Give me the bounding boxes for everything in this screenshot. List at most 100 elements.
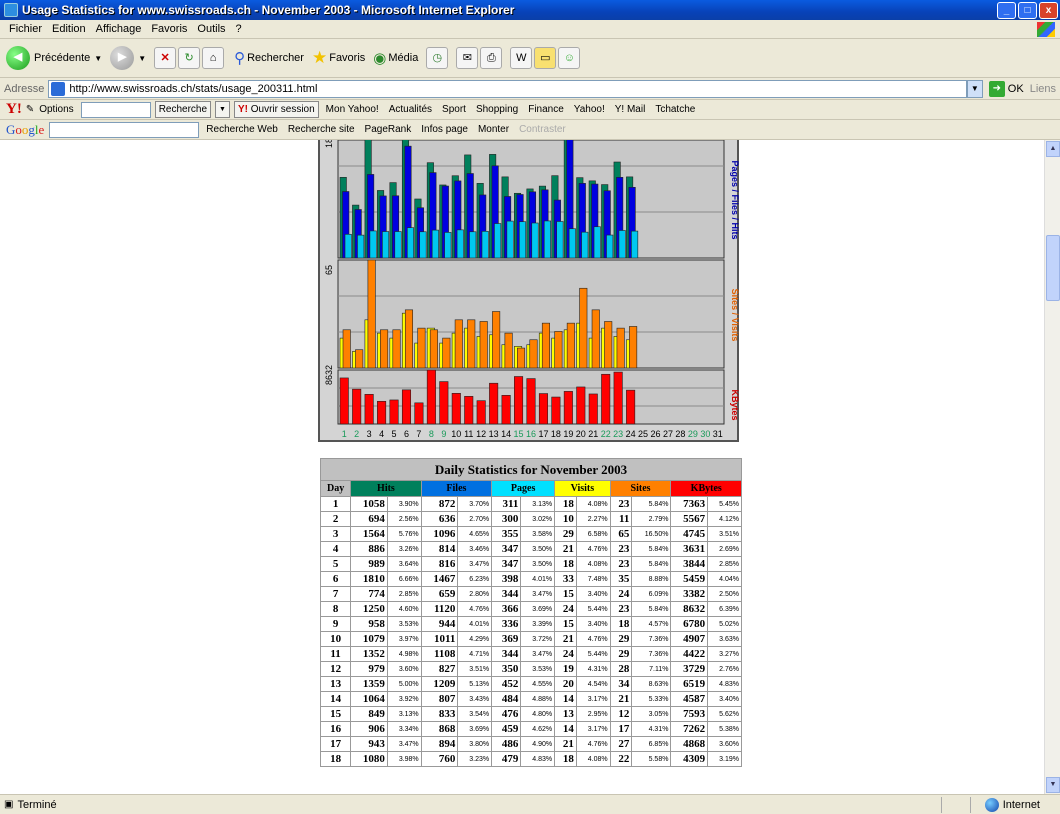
yahoo-item-news[interactable]: Actualités	[389, 104, 432, 115]
forward-button[interactable]: ▶ ▼	[110, 46, 146, 70]
value-cell: 989	[350, 556, 388, 572]
percent-cell: 4.80%	[520, 706, 556, 722]
back-dropdown-icon[interactable]: ▼	[94, 54, 102, 63]
google-site-search[interactable]: Recherche site	[288, 124, 355, 135]
value-cell: 760	[420, 751, 459, 767]
percent-cell: 4.29%	[457, 631, 493, 647]
address-input[interactable]: http://www.swissroads.ch/stats/usage_200…	[48, 79, 967, 98]
open-session-button[interactable]: Y! Ouvrir session	[233, 101, 319, 118]
yahoo-item-myyahoo[interactable]: Mon Yahoo!	[326, 104, 379, 115]
pagerank-label[interactable]: PageRank	[365, 124, 412, 135]
percent-cell: 4.71%	[457, 646, 493, 662]
standard-toolbar: ◀ Précédente ▼ ▶ ▼ ✕ ↻ ⌂ ⚲ Rechercher ★ …	[0, 39, 1060, 78]
stop-icon[interactable]: ✕	[154, 47, 177, 69]
percent-cell: 5.44%	[575, 601, 611, 617]
address-dropdown-icon[interactable]: ▼	[966, 79, 983, 98]
menu-help[interactable]: ?	[236, 23, 242, 35]
yahoo-search-input[interactable]	[80, 101, 151, 118]
panel-max-label: 65	[324, 265, 334, 275]
bar-sites-day-21	[591, 309, 600, 369]
scroll-up-icon[interactable]: ▲	[1046, 141, 1060, 157]
favorites-button[interactable]: ★ Favoris	[312, 48, 365, 68]
yahoo-item-mail[interactable]: Y! Mail	[615, 104, 646, 115]
value-cell: 958	[350, 616, 388, 632]
value-cell: 1079	[350, 631, 388, 647]
vertical-scrollbar[interactable]: ▲ ▼	[1044, 140, 1060, 794]
scroll-down-icon[interactable]: ▼	[1046, 777, 1060, 793]
x-tick-label: 9	[441, 429, 446, 439]
menu-outils[interactable]: Outils	[197, 23, 225, 35]
up-button[interactable]: Monter	[478, 124, 509, 135]
percent-cell: 4.90%	[520, 736, 556, 752]
yahoo-item-finance[interactable]: Finance	[528, 104, 564, 115]
yahoo-logo-icon[interactable]: Y!	[6, 101, 22, 118]
percent-cell: 8.88%	[631, 571, 672, 587]
bar-kbytes-day-5	[389, 399, 399, 425]
menu-edition[interactable]: Edition	[52, 23, 86, 35]
search-button[interactable]: ⚲ Rechercher	[234, 49, 304, 67]
day-cell: 15	[319, 706, 352, 722]
refresh-icon[interactable]: ↻	[178, 47, 201, 69]
close-button[interactable]: x	[1039, 1, 1058, 19]
menu-fichier[interactable]: Fichier	[9, 23, 42, 35]
menu-bar: Fichier Edition Affichage Favoris Outils…	[0, 20, 1060, 39]
yahoo-search-dropdown[interactable]: ▼	[215, 101, 230, 118]
google-search-input[interactable]	[49, 121, 200, 138]
percent-cell: 4.31%	[631, 721, 672, 737]
links-label[interactable]: Liens	[1030, 83, 1056, 95]
edit-icon[interactable]: W	[510, 47, 533, 69]
bar-pages-day-4	[382, 231, 390, 259]
value-cell: 35	[609, 571, 633, 587]
value-cell: 4309	[670, 751, 709, 767]
percent-cell: 7.48%	[575, 571, 611, 587]
home-icon[interactable]: ⌂	[202, 47, 225, 69]
mail-icon[interactable]: ✉	[456, 47, 479, 69]
go-button[interactable]: ➜ OK	[988, 80, 1024, 97]
bar-kbytes-day-13	[489, 382, 499, 425]
forward-dropdown-icon[interactable]: ▼	[138, 54, 146, 63]
menu-favoris[interactable]: Favoris	[151, 23, 187, 35]
table-row: 10 1079 3.97% 1011 4.29% 369 3.72% 21 4.76% 29 7.3…	[319, 631, 742, 647]
bar-sites-day-4	[380, 329, 389, 369]
panel-side-label: Pages / Files / Hits	[730, 160, 740, 239]
yahoo-item-sport[interactable]: Sport	[442, 104, 466, 115]
status-text: Terminé	[17, 798, 57, 811]
notes-icon[interactable]: ▭	[534, 47, 557, 69]
value-cell: 872	[420, 496, 459, 512]
yahoo-item-yahoo[interactable]: Yahoo!	[574, 104, 605, 115]
menu-affichage[interactable]: Affichage	[96, 23, 142, 35]
google-web-search[interactable]: Recherche Web	[206, 124, 278, 135]
value-cell: 459	[491, 721, 522, 737]
history-icon[interactable]: ◷	[426, 47, 449, 69]
header-visits: Visits	[554, 480, 611, 497]
scroll-thumb[interactable]	[1046, 235, 1060, 301]
back-button[interactable]: ◀ Précédente ▼	[6, 46, 102, 70]
maximize-button[interactable]: □	[1018, 1, 1037, 19]
zone-label: Internet	[1002, 798, 1040, 811]
value-cell: 1064	[350, 691, 388, 707]
google-logo-icon[interactable]: Google	[6, 122, 44, 138]
print-icon[interactable]: ⎙	[480, 47, 503, 69]
percent-cell: 3.98%	[386, 751, 422, 767]
messenger-icon[interactable]: ☺	[558, 47, 581, 69]
yahoo-item-chat[interactable]: Tchatche	[655, 104, 695, 115]
value-cell: 10	[554, 511, 577, 527]
browser-window: Usage Statistics for www.swissroads.ch -…	[0, 0, 1060, 814]
percent-cell: 4.65%	[457, 526, 493, 542]
x-tick-label: 8	[429, 429, 434, 439]
media-button[interactable]: ◉ Média	[373, 49, 418, 67]
minimize-button[interactable]: _	[997, 1, 1016, 19]
bar-sites-day-2	[355, 349, 364, 369]
highlight-button[interactable]: Contraster	[519, 124, 566, 135]
yahoo-search-button[interactable]: Recherche	[154, 101, 212, 118]
yahoo-item-shopping[interactable]: Shopping	[476, 104, 518, 115]
x-tick-label: 2	[354, 429, 359, 439]
pencil-icon[interactable]: ✎	[26, 104, 34, 115]
page-info-button[interactable]: Infos page	[421, 124, 468, 135]
header-day: Day	[319, 480, 352, 497]
yahoo-options[interactable]: Options	[39, 104, 73, 115]
percent-cell: 4.12%	[707, 511, 742, 527]
table-row: 6 1810 6.66% 1467 6.23% 398 4.01% 33 7.48% 35 8.88…	[319, 571, 742, 587]
bar-pages-day-18	[556, 221, 564, 259]
bar-pages-day-10	[456, 229, 464, 259]
